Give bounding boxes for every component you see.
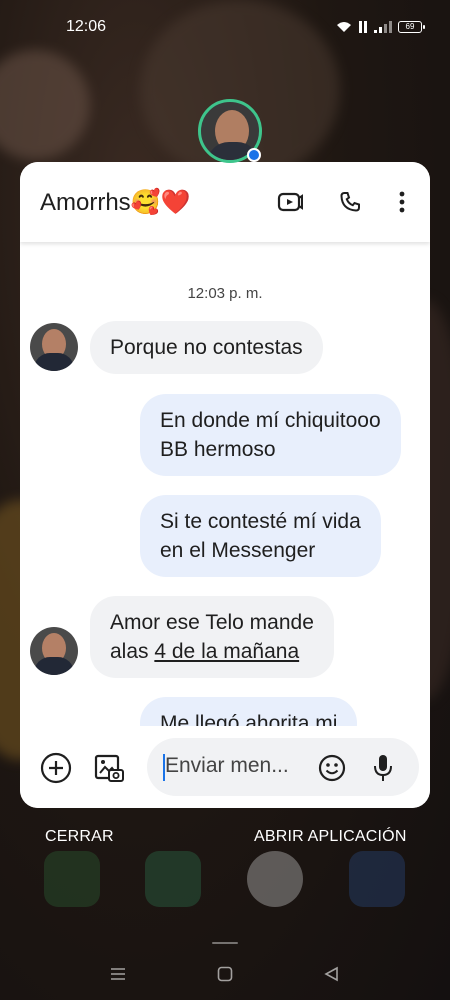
message-input-placeholder: Enviar men... [165, 754, 289, 777]
more-options-button[interactable] [386, 186, 418, 218]
message-thread[interactable]: 12:03 p. m. Porque no contestas En donde… [20, 242, 430, 726]
home-icon [217, 966, 233, 982]
contacts-app-icon [145, 851, 201, 907]
outgoing-message[interactable]: Me llegó ahorita mi [140, 697, 358, 726]
battery-indicator: 69 [398, 21, 425, 33]
back-button[interactable] [320, 962, 344, 986]
files-app-icon [349, 851, 405, 907]
recents-button[interactable] [106, 962, 130, 986]
message-text-line: Amor ese Telo mande [110, 611, 314, 634]
open-app-button[interactable]: ABRIR APLICACIÓN [254, 828, 407, 846]
add-icon [40, 752, 72, 784]
chat-bubble-window: Amorrhs🥰❤️ 12:03 p. m. Porque no contest… [20, 162, 430, 808]
outgoing-message[interactable]: Si te contesté mí vida en el Messenger [140, 495, 381, 577]
chat-header: Amorrhs🥰❤️ [20, 162, 430, 242]
signal-icon [374, 21, 392, 33]
message-text-line: en el Messenger [160, 539, 316, 562]
message-text: Porque no contestas [110, 336, 303, 359]
outgoing-message[interactable]: En donde mí chiquitooo BB hermoso [140, 394, 401, 476]
voice-input-button[interactable] [366, 751, 400, 785]
avatar-photo-body [34, 657, 74, 675]
phone-app-icon [44, 851, 100, 907]
video-call-icon [277, 192, 303, 212]
incoming-message[interactable]: Porque no contestas [90, 321, 323, 374]
status-bar: 12:06 69 [0, 0, 450, 56]
recents-icon [111, 968, 125, 980]
contact-name: Amorrhs🥰❤️ [40, 189, 191, 216]
message-text-line: Si te contesté mí vida [160, 510, 361, 533]
gallery-button[interactable] [92, 751, 126, 785]
contact-avatar[interactable] [30, 323, 78, 371]
message-text-line: En donde mí chiquitooo [160, 409, 381, 432]
more-vert-icon [399, 191, 405, 213]
avatar-photo-body [34, 353, 74, 371]
emoji-button[interactable] [315, 751, 349, 785]
message-text-line: alas 4 de la mañana [110, 637, 314, 666]
wifi-icon [337, 22, 351, 32]
add-attachment-button[interactable] [39, 751, 73, 785]
mic-icon [374, 755, 392, 781]
message-text-prefix: alas [110, 640, 155, 663]
status-icons: 69 [336, 20, 425, 34]
back-icon [324, 966, 338, 982]
phone-call-button[interactable] [334, 186, 366, 218]
message-text-line: Me llegó ahorita mi [160, 712, 338, 726]
volte-icon [359, 21, 367, 33]
status-time: 12:06 [66, 18, 107, 35]
phone-icon [340, 192, 360, 212]
messages-badge-icon [247, 148, 261, 162]
incoming-message[interactable]: Amor ese Telo mande alas 4 de la mañana [90, 596, 334, 678]
message-composer: Enviar men... [20, 726, 430, 808]
contact-avatar[interactable] [30, 627, 78, 675]
message-text-line: BB hermoso [160, 438, 276, 461]
message-timestamp: 12:03 p. m. [187, 285, 263, 302]
emoji-icon [318, 754, 346, 782]
video-call-button[interactable] [274, 186, 306, 218]
gallery-icon [94, 754, 124, 782]
close-bubble-button[interactable]: CERRAR [45, 828, 114, 846]
date-link[interactable]: 4 de la mañana [154, 640, 299, 663]
camera-app-icon [247, 851, 303, 907]
navigation-bar [0, 940, 450, 1000]
home-button[interactable] [213, 962, 237, 986]
